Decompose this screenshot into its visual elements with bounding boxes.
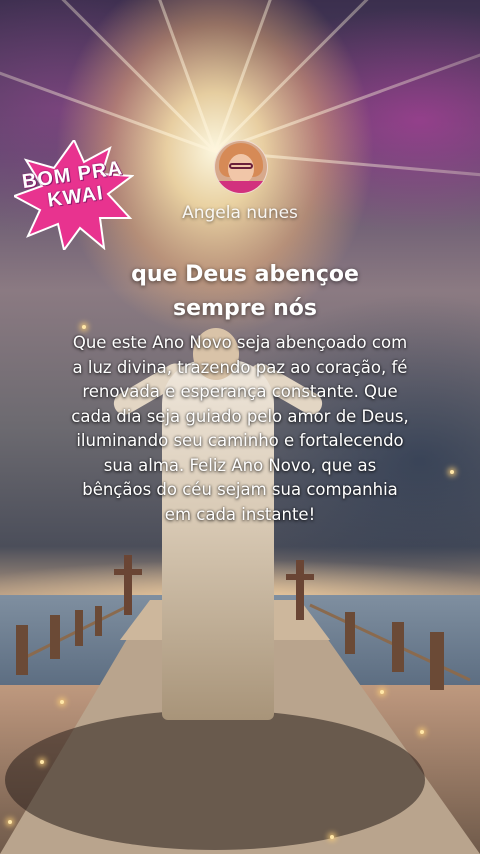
sparkle	[450, 470, 454, 474]
sparkle	[82, 325, 86, 329]
sparkle	[60, 700, 64, 704]
sparkle	[380, 690, 384, 694]
cross-left	[114, 555, 142, 615]
post-title: que Deus abençoe sempre nós	[131, 262, 359, 321]
bom-pra-kwai-sticker: BOM PRA KWAI	[14, 140, 134, 250]
cross-right	[286, 560, 314, 620]
author-name[interactable]: Angela nunes	[0, 203, 480, 223]
post-body: Que este Ano Novo seja abençoado com a l…	[71, 333, 409, 524]
sparkle	[420, 730, 424, 734]
sparkle	[40, 760, 44, 764]
sparkle	[8, 820, 12, 824]
sparkle	[330, 835, 334, 839]
avatar[interactable]	[214, 140, 268, 194]
